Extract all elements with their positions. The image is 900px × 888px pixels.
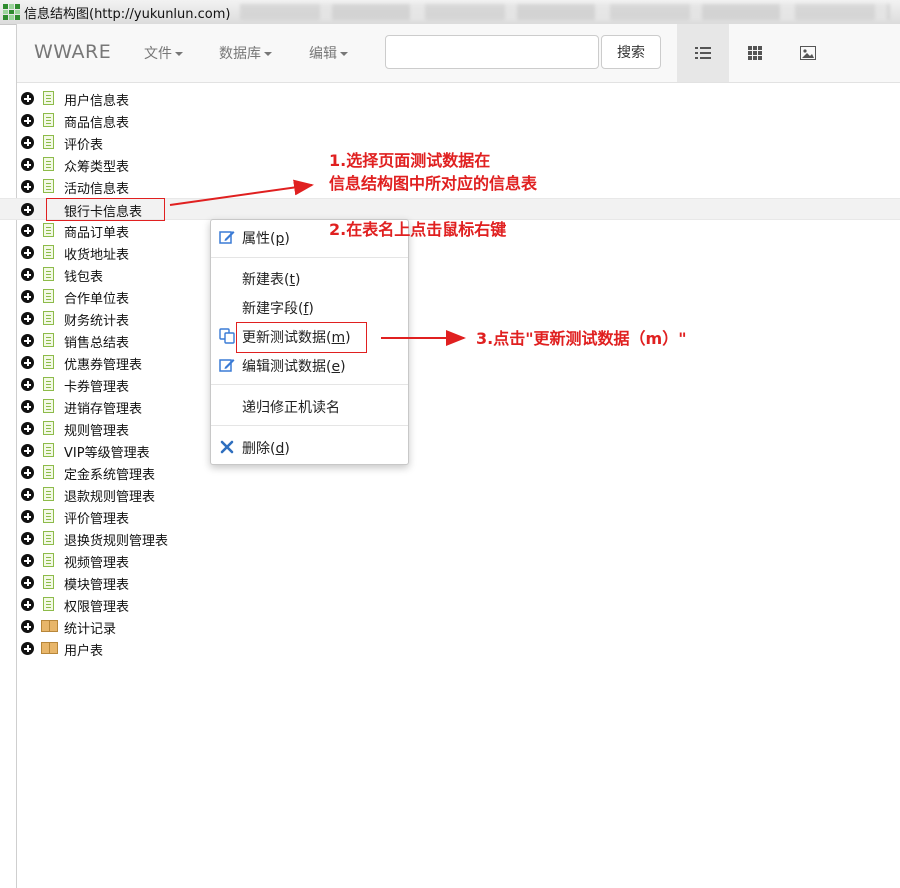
arrow-step1 [169,179,314,206]
annotation-step2: 2.在表名上点击鼠标右键 [329,220,507,239]
annotation-step3: 3.点击"更新测试数据（m）" [476,329,687,348]
annotation-step1-line2: 信息结构图中所对应的信息表 [329,174,538,193]
annotation-step1-line1: 1.选择页面测试数据在 [329,151,491,170]
annotation-arrows [169,179,466,346]
